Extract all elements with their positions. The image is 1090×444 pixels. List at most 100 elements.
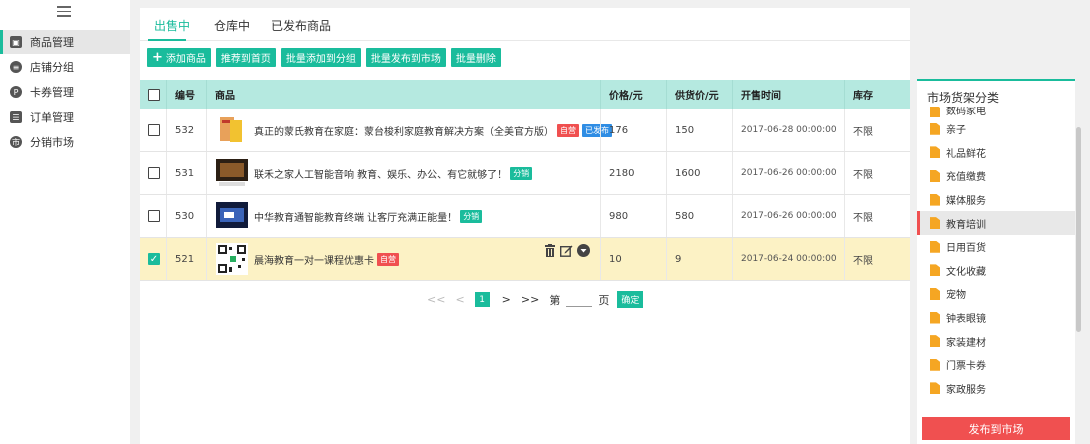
category-item[interactable]: 媒体服务 bbox=[917, 188, 1075, 212]
row-checkbox[interactable] bbox=[148, 124, 160, 136]
folder-icon bbox=[930, 169, 940, 182]
product-name[interactable]: 晨海教育一对一课程优惠卡 bbox=[254, 252, 374, 267]
product-thumbnail[interactable] bbox=[216, 114, 248, 146]
batch-publish-button[interactable]: 批量发布到市场 bbox=[365, 48, 446, 67]
last-page-button[interactable]: >> bbox=[521, 293, 539, 306]
recommend-home-button[interactable]: 推荐到首页 bbox=[215, 48, 276, 67]
folder-icon bbox=[930, 193, 940, 206]
product-name[interactable]: 中华教育通智能教育终端 让客厅充满正能量！ bbox=[254, 209, 457, 224]
folder-icon bbox=[930, 335, 940, 348]
category-item[interactable]: 日用百货 bbox=[917, 235, 1075, 259]
tab-published[interactable]: 已发布商品 bbox=[271, 17, 331, 34]
category-item[interactable]: 门票卡券 bbox=[917, 353, 1075, 377]
more-dropdown-icon[interactable] bbox=[577, 244, 590, 257]
row-checkbox[interactable] bbox=[148, 167, 160, 179]
row-checkbox-checked[interactable]: ✓ bbox=[148, 253, 160, 265]
publish-to-market-button[interactable]: 发布到市场 bbox=[922, 417, 1070, 440]
tab-bar: 出售中 仓库中 已发布商品 bbox=[140, 8, 910, 41]
folder-icon bbox=[930, 217, 940, 230]
tab-warehouse[interactable]: 仓库中 bbox=[214, 17, 250, 34]
page-number-input[interactable] bbox=[566, 293, 593, 307]
market-icon: 市 bbox=[10, 136, 22, 148]
first-page-button[interactable]: << bbox=[427, 293, 445, 306]
category-label: 家政服务 bbox=[946, 384, 986, 396]
table-row[interactable]: 532 真正的蒙氏教育在家庭：蒙台梭利家庭教育解决方案（全美官方版） 自营 已发… bbox=[140, 109, 910, 152]
order-icon: ☰ bbox=[10, 111, 22, 123]
folder-icon bbox=[930, 264, 940, 277]
folder-icon bbox=[930, 382, 940, 395]
goto-confirm-button[interactable]: 确定 bbox=[617, 291, 644, 308]
table-row[interactable]: 530 中华教育通智能教育终端 让客厅充满正能量！ 分销 980 580 201… bbox=[140, 195, 910, 238]
plus-icon: + bbox=[152, 50, 163, 65]
sidebar-item-market[interactable]: 市 分销市场 bbox=[0, 130, 130, 154]
sidebar-item-orders[interactable]: ☰ 订单管理 bbox=[0, 105, 130, 129]
row-supply-price: 580 bbox=[675, 210, 695, 222]
product-thumbnail[interactable] bbox=[216, 157, 248, 189]
row-stock: 不限 bbox=[853, 255, 873, 267]
category-scrollbar[interactable] bbox=[1076, 127, 1081, 332]
category-item[interactable]: 钟表眼镜 bbox=[917, 306, 1075, 330]
row-price: 980 bbox=[609, 210, 629, 222]
category-label: 数码家电 bbox=[946, 107, 986, 117]
category-label: 充值缴费 bbox=[946, 172, 986, 184]
row-price: 2180 bbox=[609, 167, 635, 179]
sidebar-item-label: 商品管理 bbox=[30, 36, 74, 49]
table-row-selected[interactable]: ✓ 521 晨海教育一对一课程优惠卡 自营 10 9 2017-06-24 00… bbox=[140, 238, 910, 281]
category-label: 媒体服务 bbox=[946, 196, 986, 208]
main-panel: 出售中 仓库中 已发布商品 + 添加商品 推荐到首页 批量添加到分组 批量发布到市… bbox=[140, 8, 910, 444]
next-page-button[interactable]: > bbox=[502, 293, 511, 306]
sidebar-item-label: 订单管理 bbox=[30, 111, 74, 124]
category-label: 日用百货 bbox=[946, 243, 986, 255]
row-checkbox[interactable] bbox=[148, 210, 160, 222]
edit-icon[interactable] bbox=[560, 244, 573, 257]
sidebar: ▣ 商品管理 ≡ 店铺分组 P 卡券管理 ☰ 订单管理 市 分销市场 bbox=[0, 0, 130, 444]
header-product: 商品 bbox=[215, 91, 235, 102]
row-supply-price: 1600 bbox=[675, 167, 701, 179]
header-sale-time: 开售时间 bbox=[741, 91, 781, 102]
current-page[interactable]: 1 bbox=[474, 292, 490, 307]
folder-icon bbox=[930, 240, 940, 253]
category-item[interactable]: 文化收藏 bbox=[917, 259, 1075, 283]
folder-icon bbox=[930, 311, 940, 324]
category-label: 钟表眼镜 bbox=[946, 314, 986, 326]
product-thumbnail[interactable] bbox=[216, 200, 248, 232]
group-icon: ≡ bbox=[10, 61, 22, 73]
pagination: << < 1 > >> 第 页 确定 bbox=[427, 291, 644, 308]
category-item[interactable]: 数码家电 bbox=[917, 107, 1075, 117]
category-item[interactable]: 充值缴费 bbox=[917, 164, 1075, 188]
add-product-button[interactable]: + 添加商品 bbox=[147, 48, 211, 67]
menu-icon[interactable] bbox=[57, 6, 71, 18]
trash-icon[interactable] bbox=[544, 244, 556, 257]
category-label: 门票卡券 bbox=[946, 361, 986, 373]
batch-add-group-button[interactable]: 批量添加到分组 bbox=[280, 48, 361, 67]
category-label: 宠物 bbox=[946, 290, 966, 302]
sidebar-item-groups[interactable]: ≡ 店铺分组 bbox=[0, 55, 130, 79]
row-stock: 不限 bbox=[853, 169, 873, 181]
category-item[interactable]: 家政服务 bbox=[917, 377, 1075, 401]
tab-active-indicator bbox=[148, 39, 186, 41]
product-name[interactable]: 真正的蒙氏教育在家庭：蒙台梭利家庭教育解决方案（全美官方版） bbox=[254, 123, 554, 138]
category-item[interactable]: 礼品鲜花 bbox=[917, 141, 1075, 165]
table-row[interactable]: 531 联禾之家人工智能音响 教育、娱乐、办公、有它就够了！ 分销 2180 1… bbox=[140, 152, 910, 195]
add-product-label: 添加商品 bbox=[165, 54, 206, 65]
row-id: 531 bbox=[175, 167, 195, 179]
category-item[interactable]: 亲子 bbox=[917, 117, 1075, 141]
batch-delete-button[interactable]: 批量删除 bbox=[450, 48, 501, 67]
category-item[interactable]: 宠物 bbox=[917, 282, 1075, 306]
category-item[interactable]: 家装建材 bbox=[917, 329, 1075, 353]
prev-page-button[interactable]: < bbox=[455, 293, 464, 306]
product-name[interactable]: 联禾之家人工智能音响 教育、娱乐、办公、有它就够了！ bbox=[254, 166, 507, 181]
row-price: 10 bbox=[609, 253, 622, 265]
select-all-checkbox[interactable] bbox=[148, 88, 160, 101]
sidebar-item-products[interactable]: ▣ 商品管理 bbox=[0, 30, 130, 54]
category-item-active[interactable]: 教育培训 bbox=[917, 211, 1075, 235]
product-icon: ▣ bbox=[10, 36, 22, 48]
table-header: 编号 商品 价格/元 供货价/元 开售时间 库存 bbox=[140, 80, 910, 109]
qr-code-thumbnail[interactable] bbox=[216, 243, 248, 275]
folder-icon bbox=[930, 146, 940, 159]
header-id: 编号 bbox=[175, 91, 195, 102]
category-label: 家装建材 bbox=[946, 337, 986, 349]
header-stock: 库存 bbox=[853, 91, 873, 102]
sidebar-item-coupons[interactable]: P 卡券管理 bbox=[0, 80, 130, 104]
tab-on-sale[interactable]: 出售中 bbox=[154, 17, 190, 34]
